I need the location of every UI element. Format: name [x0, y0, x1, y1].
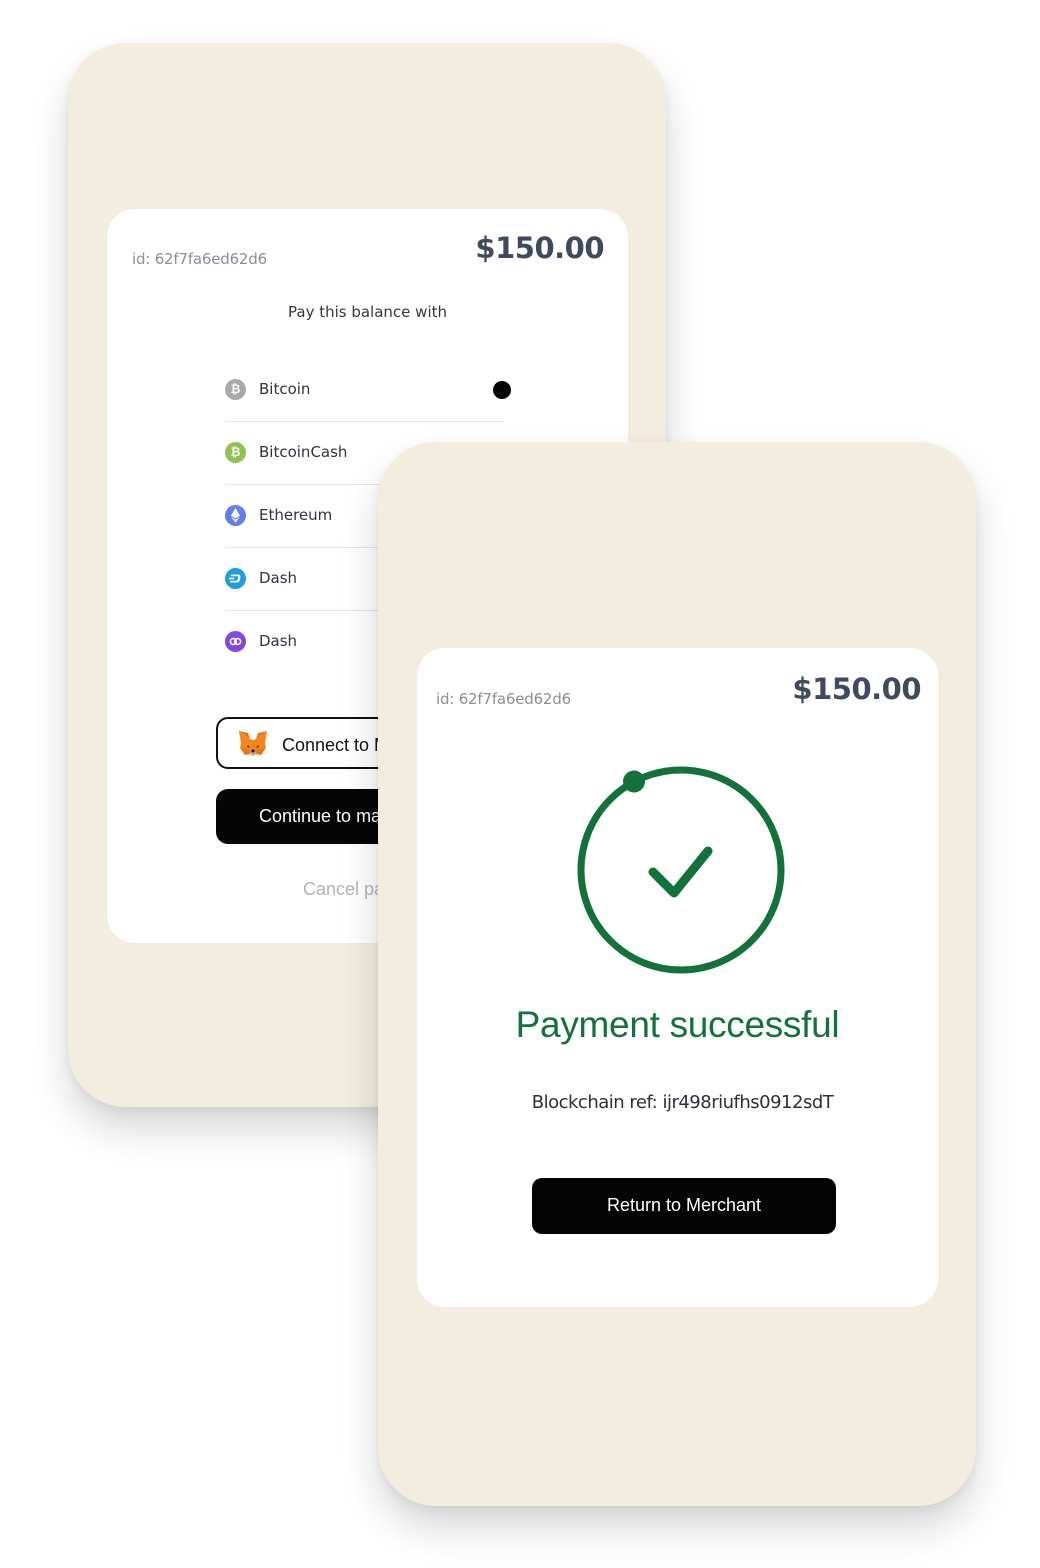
success-card: id: 62f7fa6ed62d6 $150.00 Payment succes… — [417, 648, 938, 1307]
selected-radio-icon[interactable] — [493, 381, 511, 399]
order-id: id: 62f7fa6ed62d6 — [132, 250, 267, 268]
ethereum-icon — [225, 505, 246, 526]
currency-label: Ethereum — [259, 506, 333, 524]
payment-amount: $150.00 — [475, 231, 604, 265]
return-to-merchant-label: Return to Merchant — [606, 1195, 762, 1215]
bitcoin-cash-icon: ₿ — [225, 442, 246, 463]
cancel-payment-link[interactable]: Cancel pa — [303, 879, 384, 900]
currency-option-bitcoin[interactable]: ₿ Bitcoin — [225, 359, 511, 422]
polygon-icon — [225, 631, 246, 652]
currency-label: Dash — [259, 632, 298, 650]
success-phone: id: 62f7fa6ed62d6 $150.00 Payment succes… — [378, 442, 976, 1506]
currency-label: Dash — [259, 569, 298, 587]
return-to-merchant-button[interactable]: Return to Merchant — [532, 1178, 836, 1234]
dash-icon — [225, 568, 246, 589]
metamask-fox-icon — [239, 731, 267, 756]
bitcoin-icon: ₿ — [225, 379, 246, 400]
continue-label: Continue to ma — [259, 806, 382, 826]
pay-with-heading: Pay this balance with — [288, 303, 447, 321]
blockchain-reference: Blockchain ref: ijr498riufhs0912sdT — [531, 1092, 834, 1113]
checkmark-circle-icon — [577, 766, 785, 974]
order-id: id: 62f7fa6ed62d6 — [436, 690, 571, 708]
currency-label: Bitcoin — [259, 380, 311, 398]
connect-wallet-label: Connect to M — [282, 735, 390, 755]
success-title: Payment successful — [515, 1004, 840, 1045]
currency-label: BitcoinCash — [259, 443, 348, 461]
payment-amount: $150.00 — [792, 672, 921, 706]
